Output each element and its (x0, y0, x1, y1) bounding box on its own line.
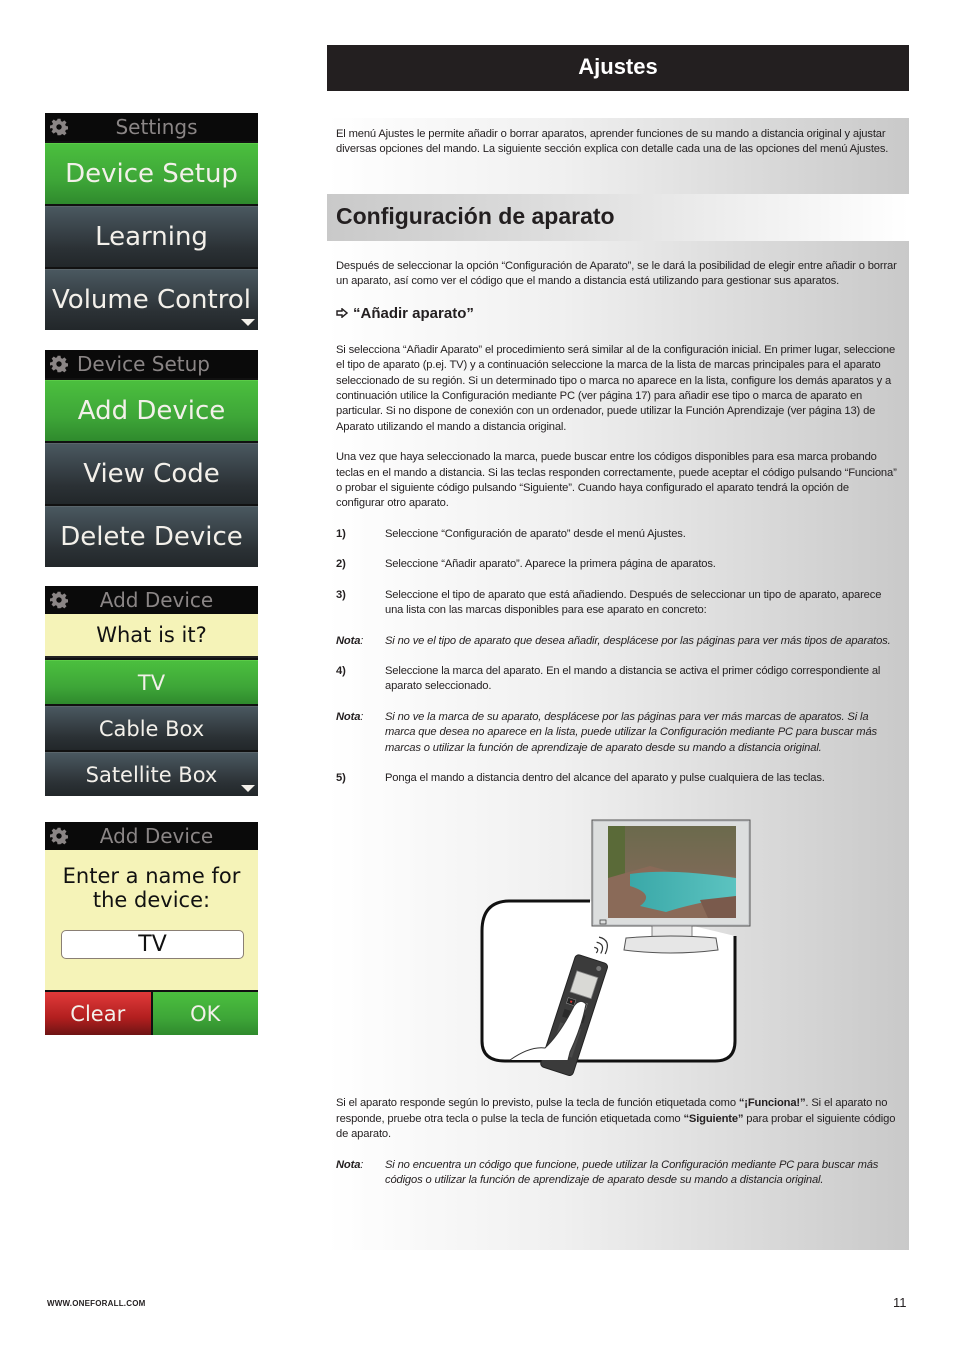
step-text: Seleccione la marca del aparato. En el m… (385, 664, 881, 693)
gear-icon (50, 118, 68, 136)
screen-title: Add Device (99, 588, 214, 612)
note-text: Si no ve la marca de su aparato, desplác… (385, 710, 877, 754)
note-label: Nota: (336, 710, 364, 723)
paragraph-1: Si selecciona “Añadir Aparato” el proced… (336, 343, 896, 433)
menu-item-label: Satellite Box (85, 762, 218, 787)
scroll-down-icon[interactable] (241, 319, 255, 326)
illustration-graphic (480, 819, 751, 1077)
section-title: Configuración de aparato (327, 194, 909, 241)
next-label: “Siguiente” (683, 1112, 744, 1125)
note-3: Nota: Si no encuentra un código que func… (336, 1158, 899, 1189)
action-buttons: Clear OK (45, 990, 258, 1035)
screen-title: Add Device (99, 824, 214, 848)
menu-item-label: Volume Control (52, 285, 251, 315)
name-prompt-line2: the device: (92, 888, 211, 912)
works-label: “¡Funciona!” (738, 1097, 806, 1110)
screen-header: Add Device (45, 822, 258, 850)
clear-button[interactable]: Clear (45, 992, 153, 1035)
page-title: Ajustes (327, 45, 909, 91)
note-label: Nota: (336, 634, 364, 647)
device-type-question: What is it? (45, 614, 258, 658)
step-text: Seleccione “Añadir aparato”. Aparece la … (385, 558, 716, 571)
step-number: 5) (336, 771, 346, 784)
menu-item-learning[interactable]: Learning (45, 206, 258, 267)
settings-screen: Settings Device Setup Learning Volume Co… (45, 113, 258, 330)
step-number: 4) (336, 664, 346, 677)
section-intro: Después de seleccionar la opción “Config… (336, 260, 897, 288)
note-2: Nota: Si no ve la marca de su aparato, d… (336, 710, 899, 756)
menu-item-view-code[interactable]: View Code (45, 443, 258, 504)
note-label: Nota: (336, 1158, 364, 1171)
step-number: 2) (336, 558, 346, 571)
subsection-heading: “Añadir aparato” (336, 305, 899, 322)
step-2: 2) Seleccione “Añadir aparato”. Aparece … (336, 557, 899, 572)
step-text: Ponga el mando a distancia dentro del al… (385, 771, 825, 784)
step-text: Seleccione el tipo de aparato que está a… (385, 588, 882, 617)
ok-button[interactable]: OK (152, 992, 258, 1035)
name-prompt-line1: Enter a name for (62, 864, 241, 888)
intro-text: El menú Ajustes le permite añadir o borr… (336, 128, 889, 156)
device-type-satellite-box[interactable]: Satellite Box (45, 752, 258, 796)
menu-item-device-setup[interactable]: Device Setup (45, 143, 258, 204)
intro-panel: El menú Ajustes le permite añadir o borr… (327, 118, 909, 194)
name-entry-panel: Enter a name for the device: TV (45, 850, 258, 990)
menu-item-add-device[interactable]: Add Device (45, 380, 258, 441)
device-setup-screen: Device Setup Add Device View Code Delete… (45, 350, 258, 567)
screen-header: Add Device (45, 586, 258, 614)
step-3: 3) Seleccione el tipo de aparato que est… (336, 588, 899, 619)
screen-header: Settings (45, 113, 258, 141)
page-number: 11 (893, 1295, 907, 1310)
gear-icon (50, 827, 68, 845)
result-paragraph: Si el aparato responde según lo previsto… (336, 1097, 896, 1141)
screen-title: Settings (115, 115, 198, 139)
section-body: Después de seleccionar la opción “Config… (327, 241, 909, 1250)
menu-item-volume-control[interactable]: Volume Control (45, 269, 258, 330)
step-1: 1) Seleccione “Configuración de aparato”… (336, 527, 899, 542)
note-1: Nota: Si no ve el tipo de aparato que de… (336, 634, 899, 649)
gear-icon (50, 591, 68, 609)
device-type-cable-box[interactable]: Cable Box (45, 706, 258, 750)
step-5: 5) Ponga el mando a distancia dentro del… (336, 771, 899, 786)
step-4: 4) Seleccione la marca del aparato. En e… (336, 664, 899, 695)
footer-website: WWW.ONEFORALL.COM (47, 1299, 146, 1308)
step-number: 1) (336, 527, 346, 540)
arrow-right-icon (336, 308, 348, 319)
add-device-type-screen: Add Device What is it? TV Cable Box Sate… (45, 586, 258, 796)
device-type-tv[interactable]: TV (45, 660, 258, 704)
note-text: Si no ve el tipo de aparato que desea añ… (385, 634, 891, 647)
remote-tv-illustration (470, 816, 770, 1077)
subsection-title: “Añadir aparato” (353, 304, 474, 322)
screen-header: Device Setup (45, 350, 258, 378)
device-name-input[interactable]: TV (61, 930, 244, 959)
menu-item-delete-device[interactable]: Delete Device (45, 506, 258, 567)
note-text: Si no encuentra un código que funcione, … (385, 1158, 879, 1186)
gear-icon (50, 355, 68, 373)
scroll-down-icon[interactable] (241, 785, 255, 792)
screen-title: Device Setup (77, 352, 210, 376)
add-device-name-screen: Add Device Enter a name for the device: … (45, 822, 258, 1035)
paragraph-2: Una vez que haya seleccionado la marca, … (336, 451, 897, 510)
step-text: Seleccione “Configuración de aparato” de… (385, 527, 686, 540)
step-number: 3) (336, 588, 346, 601)
